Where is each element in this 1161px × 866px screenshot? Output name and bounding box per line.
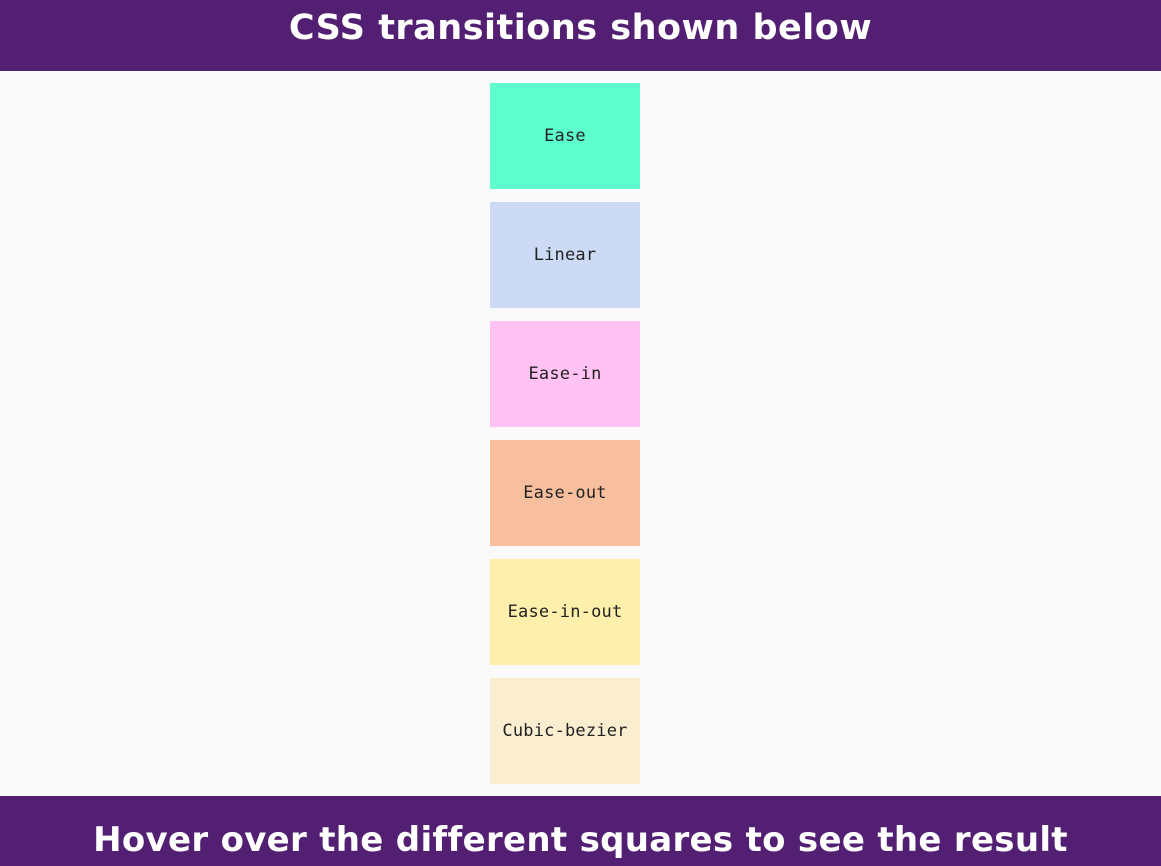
ease-in-box[interactable]: Ease-in xyxy=(490,321,640,427)
ease-in-box-label: Ease-in xyxy=(528,364,602,384)
ease-out-box-label: Ease-out xyxy=(523,483,607,503)
ease-out-box[interactable]: Ease-out xyxy=(490,440,640,546)
hover-instruction: Hover over the different squares to see … xyxy=(93,820,1068,860)
footer-banner: Hover over the different squares to see … xyxy=(0,796,1161,866)
header-banner: CSS transitions shown below xyxy=(0,0,1161,71)
linear-box-label: Linear xyxy=(533,245,597,265)
ease-box[interactable]: Ease xyxy=(490,83,640,189)
cubic-bezier-box-label: Cubic-bezier xyxy=(502,721,628,741)
page-title: CSS transitions shown below xyxy=(288,8,873,48)
transition-boxes: Ease Linear Ease-in Ease-out Ease-in-out… xyxy=(490,83,640,784)
ease-box-label: Ease xyxy=(544,126,586,146)
linear-box[interactable]: Linear xyxy=(490,202,640,308)
ease-in-out-box[interactable]: Ease-in-out xyxy=(490,559,640,665)
cubic-bezier-box[interactable]: Cubic-bezier xyxy=(490,678,640,784)
ease-in-out-box-label: Ease-in-out xyxy=(507,602,623,622)
